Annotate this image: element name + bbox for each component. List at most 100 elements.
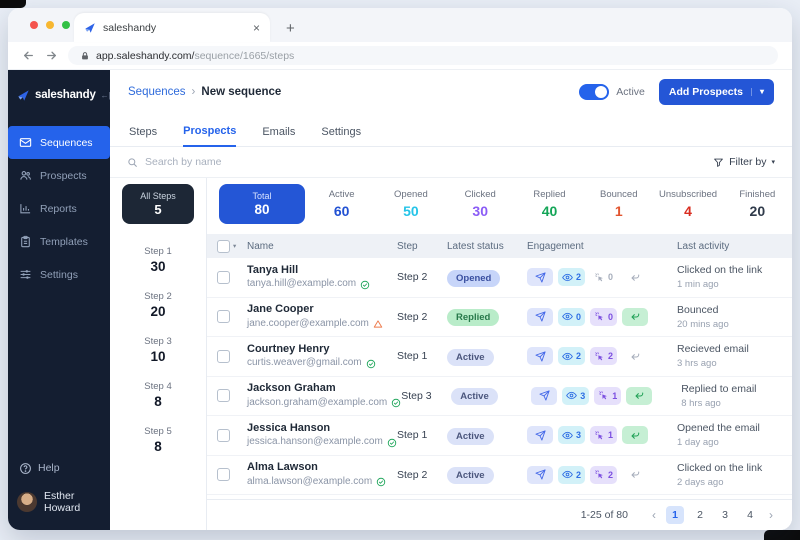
- tab-prospects[interactable]: Prospects: [183, 125, 236, 147]
- new-tab-button[interactable]: +: [286, 21, 295, 36]
- prospect-email: curtis.weaver@gmail.com: [247, 357, 362, 370]
- column-header-last-activity[interactable]: Last activity: [677, 241, 792, 252]
- breadcrumb-separator: ›: [192, 86, 196, 98]
- sidebar-item-label: Reports: [40, 203, 77, 215]
- page-number[interactable]: 3: [716, 506, 734, 524]
- sidebar-item-templates[interactable]: Templates: [8, 225, 110, 258]
- sidebar-item-prospects[interactable]: Prospects: [8, 159, 110, 192]
- metric-label: Bounced: [584, 189, 653, 200]
- user-menu[interactable]: Esther Howard: [8, 486, 110, 518]
- user-name: Esther Howard: [44, 490, 101, 514]
- saleshandy-favicon-icon: [84, 22, 96, 34]
- step-rail-item[interactable]: Step 1 30: [110, 238, 206, 283]
- metric-finished[interactable]: Finished 20: [723, 189, 792, 219]
- status-badge: Active: [451, 388, 498, 405]
- metric-value: 4: [653, 203, 722, 219]
- steps-rail: Step 1 30 Step 2 20 Step 3 10 Step 4 8 S…: [110, 230, 207, 530]
- column-header-step[interactable]: Step: [397, 241, 447, 252]
- clicks-count-pill: 2: [590, 466, 617, 484]
- total-chip[interactable]: Total 80: [219, 184, 305, 224]
- all-steps-cell: All Steps 5: [110, 178, 207, 230]
- metric-unsubscribed[interactable]: Unsubscribed 4: [653, 189, 722, 219]
- select-all-caret-icon[interactable]: ▾: [233, 242, 236, 250]
- last-activity-text: Opened the email: [677, 422, 792, 436]
- select-all-checkbox[interactable]: [217, 240, 230, 253]
- add-prospects-button[interactable]: Add Prospects ▾: [659, 79, 774, 105]
- metric-value: 40: [515, 203, 584, 219]
- pagination-range: 1-25 of 80: [581, 509, 628, 521]
- page-number[interactable]: 1: [666, 506, 684, 524]
- search-input[interactable]: Search by name: [145, 156, 713, 168]
- table-row[interactable]: Courtney Henry curtis.weaver@gmail.com S…: [207, 337, 792, 377]
- close-window-button[interactable]: [30, 21, 38, 29]
- table-row[interactable]: Tanya Hill tanya.hill@example.com Step 2…: [207, 258, 792, 298]
- all-steps-value: 5: [154, 202, 161, 217]
- last-activity-text: Replied to email: [681, 383, 792, 397]
- row-checkbox[interactable]: [217, 350, 230, 363]
- filter-by-button[interactable]: Filter by ▾: [713, 156, 775, 168]
- sidebar-item-settings[interactable]: Settings: [8, 258, 110, 291]
- row-checkbox[interactable]: [217, 271, 230, 284]
- row-checkbox[interactable]: [217, 389, 230, 402]
- metric-opened[interactable]: Opened 50: [376, 189, 445, 219]
- minimize-window-button[interactable]: [46, 21, 54, 29]
- page-number[interactable]: 4: [741, 506, 759, 524]
- prospect-email: jessica.hanson@example.com: [247, 436, 383, 449]
- table-row[interactable]: Jane Cooper jane.cooper@example.com Step…: [207, 298, 792, 338]
- toggle-knob: [595, 86, 607, 98]
- app-content: saleshandy ←| Sequences Prospects Report…: [8, 70, 792, 530]
- page-number[interactable]: 2: [691, 506, 709, 524]
- metric-clicked[interactable]: Clicked 30: [446, 189, 515, 219]
- active-toggle[interactable]: [579, 84, 609, 100]
- tab-steps[interactable]: Steps: [129, 126, 157, 146]
- column-header-name[interactable]: Name: [247, 241, 397, 252]
- prospect-name: Alma Lawson: [247, 461, 397, 475]
- prospect-name: Jackson Graham: [247, 382, 401, 396]
- sidebar-item-label: Templates: [40, 236, 88, 248]
- opens-count-pill: 0: [558, 308, 585, 326]
- metric-label: Finished: [723, 189, 792, 200]
- opens-count-pill: 2: [558, 347, 585, 365]
- clicks-count: 0: [608, 312, 613, 322]
- table-row[interactable]: Jackson Graham jackson.graham@example.co…: [207, 377, 792, 417]
- address-bar[interactable]: app.saleshandy.com/sequence/1665/steps: [68, 46, 778, 65]
- forward-icon[interactable]: [45, 49, 58, 62]
- step-rail-value: 8: [110, 394, 206, 409]
- opens-count: 0: [576, 312, 581, 322]
- all-steps-chip[interactable]: All Steps 5: [122, 184, 194, 224]
- table-row[interactable]: Alma Lawson alma.lawson@example.com Step…: [207, 456, 792, 496]
- table-row[interactable]: Jessica Hanson jessica.hanson@example.co…: [207, 416, 792, 456]
- header-actions: Active Add Prospects ▾: [579, 79, 774, 105]
- metric-bounced[interactable]: Bounced 1: [584, 189, 653, 219]
- reply-icon: [622, 347, 648, 365]
- logo-row: saleshandy ←|: [8, 84, 110, 106]
- step-rail-item[interactable]: Step 3 10: [110, 328, 206, 373]
- back-icon[interactable]: [22, 49, 35, 62]
- clicks-count: 1: [612, 391, 617, 401]
- tab-settings[interactable]: Settings: [321, 126, 361, 146]
- sidebar-item-sequences[interactable]: Sequences: [8, 126, 110, 159]
- prospect-name: Courtney Henry: [247, 343, 397, 357]
- row-checkbox[interactable]: [217, 310, 230, 323]
- browser-tab[interactable]: saleshandy ×: [74, 13, 270, 42]
- breadcrumb-sequences-link[interactable]: Sequences: [128, 86, 186, 98]
- row-checkbox[interactable]: [217, 429, 230, 442]
- sidebar-item-help[interactable]: Help: [8, 454, 110, 482]
- step-rail-item[interactable]: Step 2 20: [110, 283, 206, 328]
- metric-replied[interactable]: Replied 40: [515, 189, 584, 219]
- row-checkbox[interactable]: [217, 468, 230, 481]
- previous-page-icon[interactable]: ‹: [649, 509, 659, 521]
- column-header-engagement[interactable]: Engagement: [527, 241, 677, 252]
- metric-active[interactable]: Active 60: [307, 189, 376, 219]
- zoom-window-button[interactable]: [62, 21, 70, 29]
- next-page-icon[interactable]: ›: [766, 509, 776, 521]
- tab-close-icon[interactable]: ×: [253, 22, 260, 34]
- search-icon: [127, 157, 138, 168]
- tab-emails[interactable]: Emails: [262, 126, 295, 146]
- prospect-name: Jane Cooper: [247, 303, 397, 317]
- sidebar-item-reports[interactable]: Reports: [8, 192, 110, 225]
- step-rail-item[interactable]: Step 4 8: [110, 373, 206, 418]
- email-verified-icon: [366, 359, 376, 369]
- step-rail-item[interactable]: Step 5 8: [110, 418, 206, 463]
- column-header-latest-status[interactable]: Latest status: [447, 241, 527, 252]
